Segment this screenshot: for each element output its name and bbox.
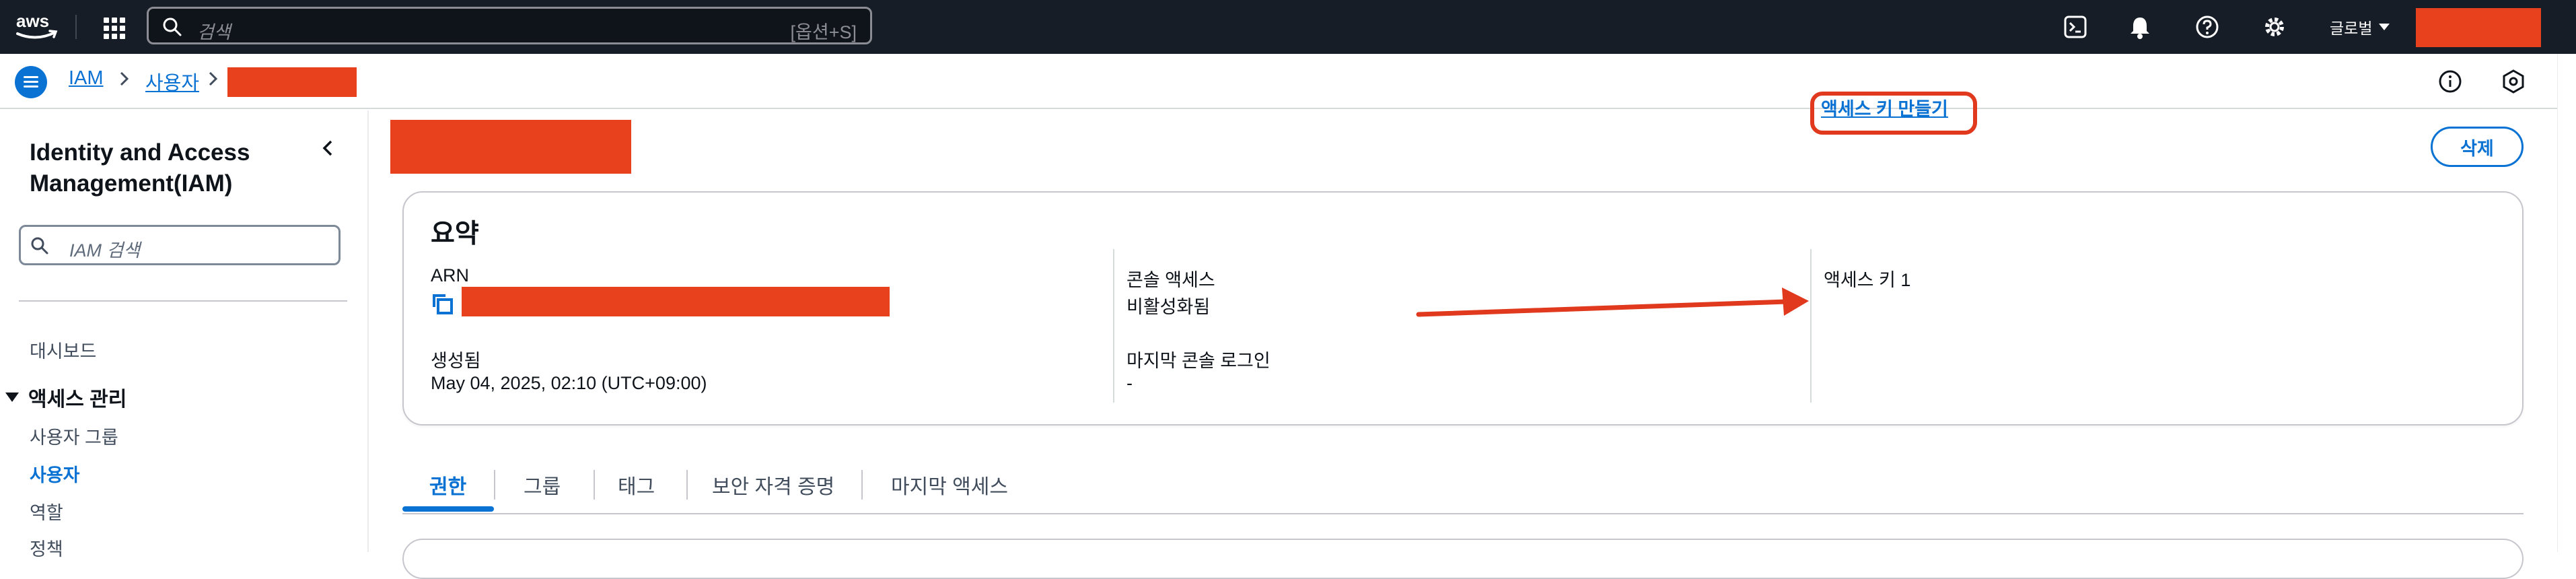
sidebar-item-users[interactable]: 사용자 bbox=[30, 461, 80, 487]
caret-down-icon bbox=[2379, 24, 2390, 30]
tab-separator bbox=[686, 470, 688, 500]
sidebar: Identity and Access Management(IAM) IAM … bbox=[0, 110, 369, 559]
delete-button[interactable]: 삭제 bbox=[2431, 127, 2524, 167]
annotation-arrow-icon bbox=[1416, 287, 1809, 317]
created-label: 생성됨 bbox=[431, 351, 481, 371]
search-icon bbox=[163, 18, 182, 36]
chevron-left-icon[interactable] bbox=[318, 137, 339, 159]
sidebar-title: Identity and Access Management(IAM) bbox=[30, 139, 250, 197]
sidebar-search-input[interactable]: IAM 검색 bbox=[19, 225, 341, 265]
chevron-right-icon bbox=[209, 71, 218, 86]
sidebar-item-policies[interactable]: 정책 bbox=[30, 535, 63, 561]
search-icon bbox=[31, 237, 48, 254]
sidebar-search-placeholder: IAM 검색 bbox=[69, 240, 141, 261]
sidebar-item-user-groups[interactable]: 사용자 그룹 bbox=[30, 423, 118, 449]
topbar-divider bbox=[75, 15, 77, 39]
info-icon[interactable] bbox=[2436, 67, 2464, 96]
caret-down-icon bbox=[5, 393, 19, 402]
navigation-menu-button[interactable] bbox=[15, 66, 47, 98]
sidebar-section-label: 액세스 관리 bbox=[28, 388, 127, 411]
copy-icon[interactable] bbox=[431, 292, 455, 316]
region-label: 글로벌 bbox=[2330, 20, 2373, 37]
search-shortcut-hint: [옵션+S] bbox=[790, 22, 857, 42]
top-navigation-bar: aws 검색 [옵션+S] 글로벌 bbox=[0, 0, 2576, 54]
search-placeholder: 검색 bbox=[197, 22, 231, 42]
sidebar-item-dashboard[interactable]: 대시보드 bbox=[30, 337, 96, 363]
last-console-login-value: - bbox=[1126, 373, 1133, 393]
region-selector[interactable]: 글로벌 bbox=[2330, 15, 2390, 39]
breadcrumb-users[interactable]: 사용자 bbox=[145, 67, 199, 96]
page-title-redacted bbox=[390, 120, 631, 174]
sidebar-divider bbox=[19, 300, 347, 302]
summary-heading: 요약 bbox=[431, 219, 479, 248]
arn-label: ARN bbox=[431, 265, 470, 285]
aws-logo[interactable]: aws bbox=[13, 9, 61, 43]
breadcrumb-iam[interactable]: IAM bbox=[69, 67, 104, 90]
services-grid-icon[interactable] bbox=[100, 13, 127, 40]
tab-permissions[interactable]: 권한 bbox=[429, 470, 466, 500]
annotation-highlight-box bbox=[1810, 92, 1977, 135]
breadcrumb-bar: IAM 사용자 bbox=[0, 54, 2557, 109]
chevron-right-icon bbox=[120, 71, 129, 86]
access-key-label: 액세스 키 1 bbox=[1824, 270, 1911, 290]
sidebar-item-roles[interactable]: 역할 bbox=[30, 498, 63, 524]
tab-last-accessed[interactable]: 마지막 액세스 bbox=[891, 470, 1008, 500]
svg-text:aws: aws bbox=[16, 11, 49, 31]
arn-value-redacted bbox=[462, 287, 890, 316]
active-tab-indicator bbox=[402, 506, 494, 512]
last-console-login-label: 마지막 콘솔 로그인 bbox=[1126, 351, 1271, 371]
column-divider bbox=[1113, 249, 1114, 403]
tab-groups[interactable]: 그룹 bbox=[524, 470, 561, 500]
tab-separator bbox=[594, 470, 595, 500]
account-menu-redacted[interactable] bbox=[2416, 8, 2541, 47]
tab-security-credentials[interactable]: 보안 자격 증명 bbox=[712, 470, 834, 500]
console-access-value: 비활성화됨 bbox=[1126, 297, 1211, 317]
feedback-icon[interactable] bbox=[2499, 67, 2528, 96]
tab-separator bbox=[861, 470, 863, 500]
breadcrumb-user-redacted bbox=[227, 67, 357, 97]
tab-separator bbox=[494, 470, 495, 500]
sidebar-section-access-management[interactable]: 액세스 관리 bbox=[5, 382, 127, 412]
tab-tags[interactable]: 태그 bbox=[618, 470, 655, 500]
global-search-input[interactable]: 검색 [옵션+S] bbox=[147, 7, 872, 44]
cloudshell-icon[interactable] bbox=[2062, 13, 2089, 40]
help-icon[interactable] bbox=[2194, 13, 2221, 40]
created-value: May 04, 2025, 02:10 (UTC+09:00) bbox=[431, 373, 707, 393]
page-scrollbar[interactable] bbox=[2557, 54, 2576, 552]
tab-content-panel bbox=[402, 539, 2524, 579]
console-access-label: 콘솔 액세스 bbox=[1126, 270, 1215, 290]
detail-tabs: 권한 그룹 태그 보안 자격 증명 마지막 액세스 bbox=[402, 458, 2524, 514]
settings-gear-icon[interactable] bbox=[2261, 13, 2288, 40]
notifications-bell-icon[interactable] bbox=[2126, 13, 2153, 40]
